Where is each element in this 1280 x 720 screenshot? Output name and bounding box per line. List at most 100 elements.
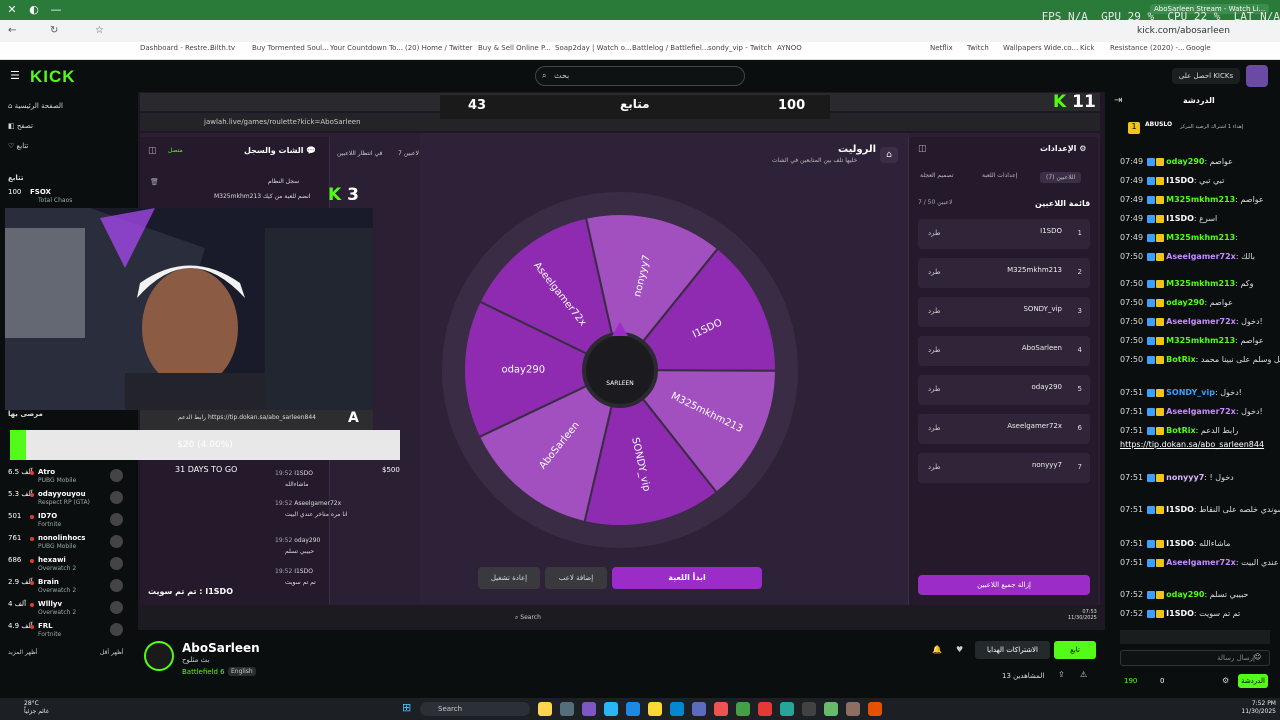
kick-player-button[interactable]: طرد: [928, 424, 941, 432]
chat-username[interactable]: I1SDO: [1166, 176, 1194, 185]
chat-link[interactable]: https://tip.dokan.sa/abo_sarleen844: [1120, 440, 1264, 449]
chat-username[interactable]: SONDY_vip: [1166, 388, 1215, 397]
url-text[interactable]: kick.com/abosarleen: [1137, 22, 1237, 40]
menu-icon[interactable]: ☰: [10, 69, 20, 82]
channel-points[interactable]: 190: [1124, 677, 1137, 685]
sidebar-channel[interactable]: 100 FSOX Total Chaos: [8, 188, 128, 204]
language-tag[interactable]: English: [228, 667, 256, 676]
add-player-button[interactable]: إضافة لاعب: [545, 567, 607, 589]
chat-message[interactable]: 07:51 I1SDO: سوندي خلصه على النقاط: [1120, 505, 1280, 514]
collapse-left-icon[interactable]: ◫: [148, 146, 157, 156]
chat-username[interactable]: M325mkhm213: [1166, 195, 1235, 204]
chat-username[interactable]: I1SDO: [1166, 505, 1194, 514]
emoji-icon[interactable]: ☺: [1254, 653, 1261, 661]
taskbar-app-icon[interactable]: [802, 702, 816, 716]
chat-username[interactable]: M325mkhm213: [1166, 279, 1235, 288]
chat-message[interactable]: 07:51 SONDY_vip: دخول!: [1120, 388, 1242, 397]
get-kicks-button[interactable]: احصل على KICKs: [1172, 68, 1240, 84]
emote-bar[interactable]: [1120, 630, 1270, 644]
chat-message[interactable]: 07:50 BotRix: اللهم صل وسلم على نبينا مح…: [1120, 355, 1280, 364]
nav-home[interactable]: ⌂ الصفحة الرئيسية: [8, 102, 63, 110]
address-bar[interactable]: [0, 20, 1280, 42]
sidebar-channel[interactable]: 686 hexawi Overwatch 2: [8, 556, 128, 572]
taskbar-app-icon[interactable]: [846, 702, 860, 716]
stream-category[interactable]: Battlefield 6: [182, 668, 225, 676]
taskbar-app-icon[interactable]: [758, 702, 772, 716]
chat-message[interactable]: 07:50 Aseelgamer72x: بالك: [1120, 252, 1255, 261]
roulette-wheel[interactable]: Aseelgamer72x nonyyy7I1SDOM325mkhm213SOND…: [440, 190, 800, 550]
show-more-link[interactable]: أظهر المزيد: [8, 649, 38, 656]
taskbar-app-icon[interactable]: [670, 702, 684, 716]
taskbar-app-icon[interactable]: [868, 702, 882, 716]
bookmark[interactable]: Wallpapers Wide.co...: [1003, 44, 1078, 52]
taskbar-search[interactable]: Search: [420, 702, 530, 716]
chat-username[interactable]: oday290: [1166, 157, 1204, 166]
taskbar-app-icon[interactable]: [736, 702, 750, 716]
bookmark[interactable]: Twitch: [967, 44, 989, 52]
trash-icon[interactable]: 🗑: [150, 178, 159, 186]
taskbar-app-icon[interactable]: [780, 702, 794, 716]
chat-username[interactable]: nonyyy7: [1166, 473, 1204, 482]
kick-player-button[interactable]: طرد: [928, 463, 941, 471]
sidebar-channel[interactable]: 501 ID7O Fortnite: [8, 512, 128, 528]
tab-wheel-design[interactable]: تصميم العجلة: [920, 172, 954, 179]
bookmark[interactable]: Resistance (2020) -...: [1110, 44, 1185, 52]
chat-message[interactable]: 07:50 oday290: عواصم: [1120, 298, 1233, 307]
chat-username[interactable]: I1SDO: [1166, 214, 1194, 223]
bookmark[interactable]: sondy_vip - Twitch: [708, 44, 772, 52]
kick-player-button[interactable]: طرد: [928, 385, 941, 393]
chat-username[interactable]: oday290: [1166, 298, 1204, 307]
weather-widget[interactable]: 28°C غائم جزئياً: [24, 700, 49, 716]
collapse-chat-icon[interactable]: ⇥: [1114, 95, 1122, 106]
bookmark[interactable]: Your Countdown To...: [330, 44, 403, 52]
report-icon[interactable]: ⚠: [1080, 670, 1087, 679]
settings-gear-icon[interactable]: ⚙: [1222, 676, 1229, 685]
reset-button[interactable]: إعادة تشغيل: [478, 567, 540, 589]
bookmark[interactable]: (20) Home / Twitter: [405, 44, 473, 52]
bookmark[interactable]: Buy & Sell Online P...: [478, 44, 551, 52]
chat-message[interactable]: 07:50 M325mkhm213: وكم: [1120, 279, 1253, 288]
kick-player-button[interactable]: طرد: [928, 229, 941, 237]
window-menu-icon[interactable]: ✕: [4, 2, 20, 18]
search-input[interactable]: ⌕ بحث: [535, 66, 745, 86]
sidebar-channel[interactable]: 4.9 آلف FRL Fortnite: [8, 622, 128, 638]
home-icon[interactable]: ⌂: [880, 147, 898, 163]
bookmark[interactable]: Battlelog / Battlefiel...: [632, 44, 708, 52]
chat-username[interactable]: Aseelgamer72x: [1166, 407, 1236, 416]
taskbar-app-icon[interactable]: [824, 702, 838, 716]
remove-all-players-button[interactable]: إزالة جميع اللاعبين: [918, 575, 1090, 595]
taskbar-app-icon[interactable]: [714, 702, 728, 716]
minimize-icon[interactable]: —: [48, 2, 64, 18]
sidebar-channel[interactable]: 4 آلف Wlllyv Overwatch 2: [8, 600, 128, 616]
bell-icon[interactable]: 🔔: [932, 645, 942, 654]
bookmark[interactable]: Google: [1186, 44, 1211, 52]
streamer-avatar[interactable]: [144, 641, 174, 671]
bookmark[interactable]: Dashboard - Restre...: [140, 44, 214, 52]
nav-following[interactable]: ♡ تتابع: [8, 142, 28, 150]
taskbar-app-icon[interactable]: [648, 702, 662, 716]
kicks-balance[interactable]: 0: [1160, 677, 1164, 685]
chat-username[interactable]: M325mkhm213: [1166, 336, 1235, 345]
chat-username[interactable]: oday290: [1166, 590, 1204, 599]
user-avatar[interactable]: [1246, 65, 1268, 87]
kick-logo[interactable]: KICK: [30, 67, 76, 87]
bookmark[interactable]: Kick: [1080, 44, 1094, 52]
kick-player-button[interactable]: طرد: [928, 346, 941, 354]
windows-start-icon[interactable]: ⊞: [402, 701, 411, 714]
taskbar-app-icon[interactable]: [538, 702, 552, 716]
chat-message[interactable]: 07:49 I1SDO: اسرع: [1120, 214, 1217, 223]
chat-message[interactable]: 07:51 Aseelgamer72x: دخول!: [1120, 407, 1263, 416]
chat-message[interactable]: 07:49 oday290: عواصم: [1120, 157, 1233, 166]
subscribe-button[interactable]: الاشتراكات الهدايا: [975, 641, 1050, 659]
bookmark[interactable]: Soap2day | Watch o...: [555, 44, 631, 52]
taskbar-app-icon[interactable]: [692, 702, 706, 716]
kick-player-button[interactable]: طرد: [928, 307, 941, 315]
chat-message[interactable]: 07:52 I1SDO: تم تم سويت: [1120, 609, 1240, 618]
star-icon[interactable]: ☆: [95, 25, 104, 36]
chat-message[interactable]: 07:51 BotRix: رابط الدعم: [1120, 426, 1238, 435]
chat-message[interactable]: 07:49 M325mkhm213: عواصم: [1120, 195, 1264, 204]
share-icon[interactable]: ⇪: [1058, 670, 1065, 679]
tab-players[interactable]: اللاعبين (7): [1040, 172, 1082, 183]
chat-username[interactable]: I1SDO: [1166, 609, 1194, 618]
tab-icon[interactable]: ◐: [26, 2, 42, 18]
